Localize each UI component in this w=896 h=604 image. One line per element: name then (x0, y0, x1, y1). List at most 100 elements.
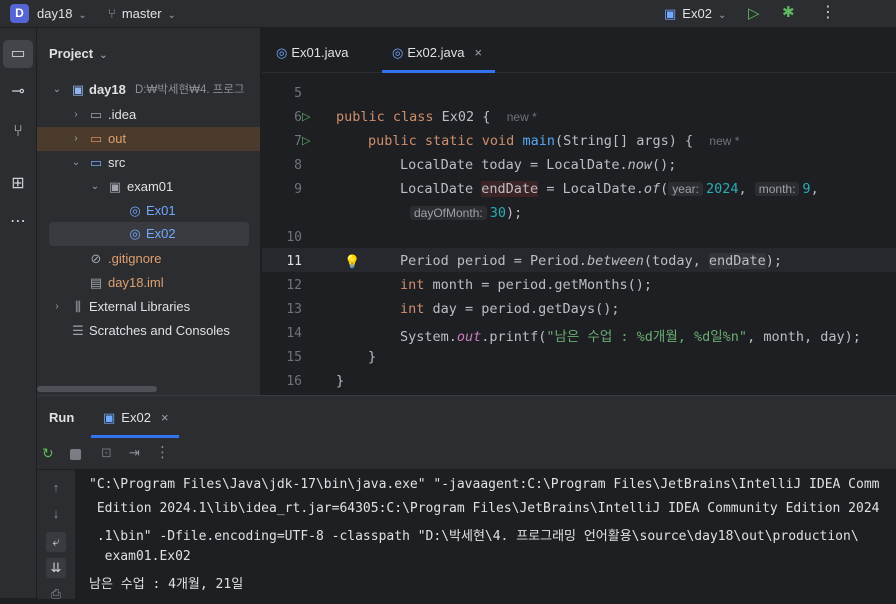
tree-item-label: Scratches and Consoles (89, 323, 230, 338)
pull-request-icon[interactable]: ⑂ (3, 118, 33, 146)
console-line: "C:\Program Files\Java\jdk-17\bin\java.e… (89, 477, 880, 492)
tree-item-src[interactable]: ⌄ ▭ src (37, 151, 260, 175)
chevron-down-icon: ⌄ (99, 50, 108, 61)
close-icon[interactable]: × (161, 410, 169, 425)
more-icon[interactable]: ⋮ (820, 2, 836, 22)
tab-label: Ex01.java (291, 45, 349, 60)
tab-run-ex02[interactable]: ▣ Ex02 × (103, 410, 169, 426)
stop-icon[interactable] (70, 449, 81, 460)
project-name: day18 (37, 6, 73, 21)
close-icon[interactable]: × (474, 45, 482, 60)
camera-icon[interactable]: ⊡ (101, 445, 112, 461)
code-line-12[interactable]: int month = period.getMonths(); (400, 277, 652, 293)
project-panel-title[interactable]: Project ⌄ (49, 46, 107, 61)
package-icon: ▣ (108, 179, 122, 194)
console-line: exam01.Ex02 (89, 549, 191, 564)
tree-item-scratches[interactable]: ☰ Scratches and Consoles (37, 319, 260, 343)
java-class-icon: ▣ (103, 410, 116, 425)
param-hint: dayOfMonth: (410, 206, 487, 220)
chevron-down-icon: ⌄ (90, 181, 100, 192)
library-icon: ⫼ (75, 299, 81, 314)
line-number: 12 (286, 278, 302, 293)
console-side-toolbar: ↑ ↓ ⤶ ⇊ ⎙ (37, 470, 75, 601)
rerun-icon[interactable]: ↻ (42, 445, 54, 462)
code-line-11[interactable]: Period period = Period.between(today, en… (400, 253, 782, 269)
scroll-up-icon[interactable]: ↑ (46, 478, 66, 498)
folder-icon: ▭ (89, 131, 103, 146)
tree-item-out[interactable]: › ▭ out (37, 127, 260, 151)
line-number: 16 (286, 374, 302, 389)
folder-icon: ▭ (89, 107, 103, 122)
structure-icon[interactable]: ⊞ (3, 170, 33, 198)
branch-name: master (121, 6, 162, 21)
more-icon[interactable]: ⋮ (155, 443, 170, 461)
horizontal-scrollbar[interactable] (37, 386, 157, 392)
run-gutter-icon[interactable]: ▷ (302, 134, 310, 147)
source-folder-icon: ▭ (89, 155, 103, 170)
tree-item-exam01[interactable]: ⌄ ▣ exam01 (37, 175, 260, 199)
project-badge[interactable]: D (10, 4, 29, 23)
ignore-file-icon: ⊘ (90, 251, 102, 266)
run-gutter-icon[interactable]: ▷ (302, 110, 310, 123)
tree-item-day18-iml[interactable]: ▤ day18.iml (37, 271, 260, 295)
code-line-16[interactable]: } (336, 373, 344, 389)
soft-wrap-icon[interactable]: ⤶ (46, 532, 66, 552)
module-folder-icon: ▣ (71, 82, 85, 97)
line-number: 15 (286, 350, 302, 365)
active-tab-indicator (382, 70, 495, 73)
project-switcher[interactable]: day18 ⌄ (37, 6, 87, 21)
scroll-down-icon[interactable]: ↓ (46, 504, 66, 524)
code-line-14[interactable]: System.out.printf("남은 수업 : %d개월, %d일%n",… (400, 325, 861, 345)
console-output: 남은 수업 : 4개월, 21일 (89, 577, 244, 592)
run-config-selector[interactable]: ▣ Ex02 ⌄ (664, 6, 726, 22)
debug-icon[interactable]: ✱ (782, 3, 795, 21)
exit-icon[interactable]: ⇥ (129, 445, 140, 461)
title-bar: D day18 ⌄ ⑂ master ⌄ ▣ Ex02 ⌄ ▷ ✱ ⋮ (0, 0, 896, 28)
print-icon[interactable]: ⎙ (46, 584, 66, 604)
chevron-right-icon: › (55, 301, 59, 312)
line-number: 13 (286, 302, 302, 317)
tree-item-gitignore[interactable]: ⊘ .gitignore (37, 247, 260, 271)
run-config-name: Ex02 (682, 6, 712, 21)
tree-item-ex01[interactable]: ◎ Ex01 (37, 199, 260, 223)
line-number: 7 (294, 134, 302, 149)
code-line-15[interactable]: } (368, 349, 376, 365)
line-number: 5 (294, 86, 302, 101)
commit-icon[interactable]: ⊸ (3, 78, 33, 106)
line-number: 6 (294, 110, 302, 125)
line-number: 9 (294, 182, 302, 197)
tree-item-idea[interactable]: › ▭ .idea (37, 103, 260, 127)
tab-ex01-java[interactable]: ◎ Ex01.java (276, 28, 348, 73)
code-line-9-wrap[interactable]: dayOfMonth: 30); (410, 205, 522, 221)
java-class-icon: ◎ (392, 45, 404, 60)
param-hint: year: (668, 182, 703, 196)
console-line: Edition 2024.1\lib\idea_rt.jar=64305:C:\… (89, 501, 880, 516)
scroll-to-end-icon[interactable]: ⇊ (46, 558, 66, 578)
tree-item-external-libraries[interactable]: › ⫼ External Libraries (37, 295, 260, 319)
java-class-icon: ▣ (664, 6, 677, 21)
code-line-13[interactable]: int day = period.getDays(); (400, 301, 619, 317)
chevron-down-icon: ⌄ (52, 84, 62, 95)
tab-label: Ex02 (121, 410, 151, 425)
tree-item-path: D:₩박세현₩4. 프로그 (135, 84, 245, 96)
chevron-down-icon: ⌄ (78, 10, 87, 21)
code-line-9[interactable]: LocalDate endDate = LocalDate.of(year: 20… (400, 181, 819, 197)
java-class-icon: ◎ (129, 226, 141, 241)
branch-switcher[interactable]: ⑂ master ⌄ (108, 6, 176, 21)
run-icon[interactable]: ▷ (748, 4, 760, 22)
tab-ex02-java[interactable]: ◎ Ex02.java × (392, 28, 482, 73)
chevron-down-icon: ⌄ (167, 10, 176, 21)
chevron-down-icon: ⌄ (71, 157, 81, 168)
more-tools-icon[interactable]: ⋯ (3, 208, 33, 236)
lightbulb-icon[interactable]: 💡 (344, 254, 360, 270)
code-line-8[interactable]: LocalDate today = LocalDate.now(); (400, 157, 676, 173)
tab-label: Ex02.java (407, 45, 465, 60)
usage-hint: new * (709, 134, 740, 148)
tree-item-day18[interactable]: ⌄ ▣ day18 D:₩박세현₩4. 프로그 (37, 78, 260, 102)
folder-icon[interactable]: ▭ (3, 40, 33, 68)
code-line-6[interactable]: public class Ex02 { new * (336, 109, 537, 125)
java-class-icon: ◎ (276, 45, 288, 60)
line-number: 14 (286, 326, 302, 341)
tree-item-ex02[interactable]: ◎ Ex02 (49, 222, 249, 246)
code-line-7[interactable]: public static void main(String[] args) {… (368, 133, 739, 149)
